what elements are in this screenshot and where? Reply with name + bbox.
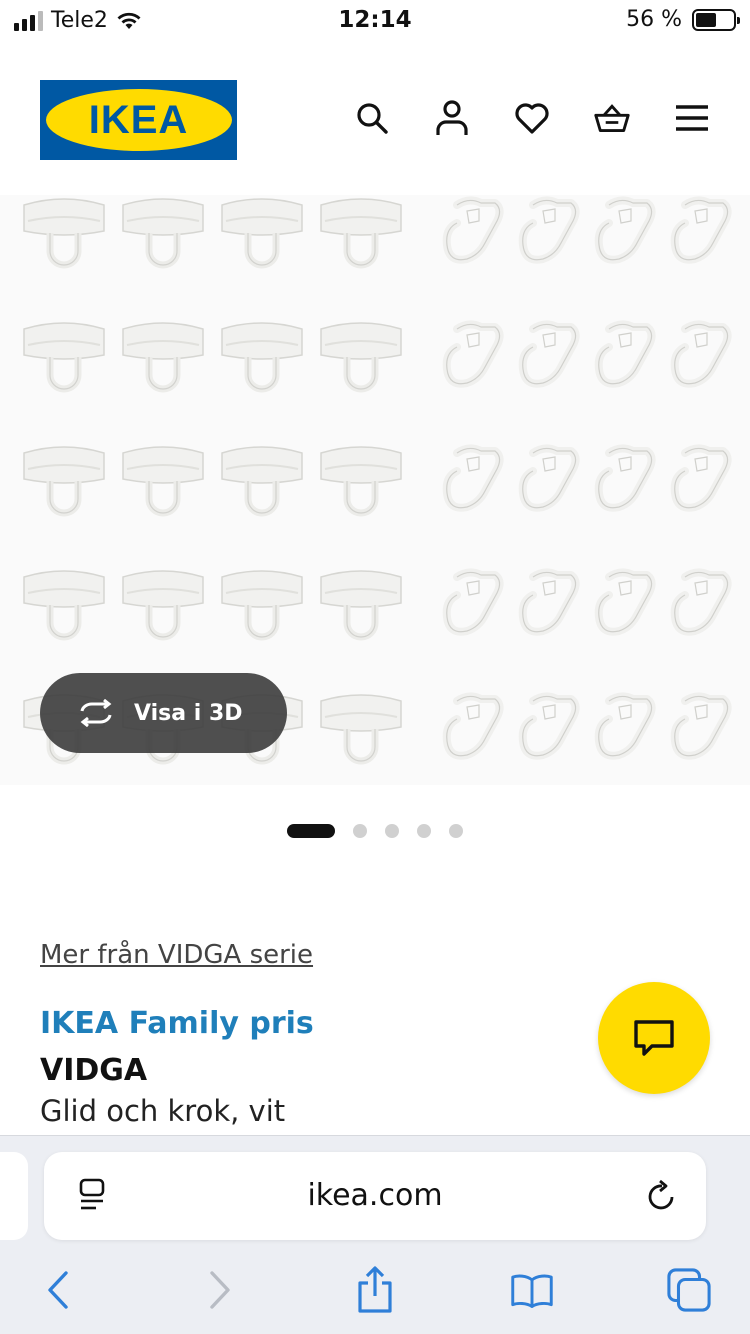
view-3d-button[interactable]: Visa i 3D <box>40 673 287 753</box>
chat-button[interactable] <box>598 982 710 1094</box>
hook-image <box>588 319 664 443</box>
view-3d-label: Visa i 3D <box>134 700 243 726</box>
hook-image <box>664 691 740 785</box>
hook-image <box>664 195 740 319</box>
hook-image <box>512 195 588 319</box>
bookmarks-icon[interactable] <box>510 1268 554 1312</box>
ikea-logo[interactable]: IKEA <box>40 80 237 160</box>
product-name: VIDGA <box>40 1053 148 1088</box>
forward-icon[interactable] <box>198 1268 242 1312</box>
chat-icon <box>634 1020 674 1056</box>
glide-image <box>14 443 113 567</box>
hook-image <box>588 691 664 785</box>
hook-image <box>588 567 664 691</box>
heart-icon[interactable] <box>514 98 550 138</box>
glide-image <box>212 319 311 443</box>
status-bar: Tele2 12:14 56 % <box>0 0 750 44</box>
series-link[interactable]: Mer från VIDGA serie <box>40 940 313 970</box>
hook-image <box>664 567 740 691</box>
share-icon[interactable] <box>353 1266 397 1313</box>
product-image-gallery[interactable]: Visa i 3D <box>0 195 750 785</box>
battery-icon <box>692 8 740 31</box>
pagination-dot[interactable] <box>287 824 335 838</box>
product-description: Glid och krok, vit <box>40 1094 286 1128</box>
tabs-icon[interactable] <box>667 1268 711 1312</box>
hook-image <box>436 567 512 691</box>
glide-image <box>113 319 212 443</box>
profile-icon[interactable] <box>434 98 470 138</box>
hook-image <box>664 319 740 443</box>
pagination-dot[interactable] <box>385 824 399 838</box>
hook-image <box>588 195 664 319</box>
battery-fill <box>696 12 717 27</box>
glide-image <box>212 195 311 319</box>
hook-image <box>664 443 740 567</box>
glide-image <box>14 195 113 319</box>
carousel-pagination <box>0 824 750 838</box>
glide-image <box>311 691 410 785</box>
hook-image <box>436 691 512 785</box>
hook-image <box>512 443 588 567</box>
hook-image <box>436 195 512 319</box>
browser-toolbar <box>0 1260 750 1322</box>
url-text: ikea.com <box>307 1178 443 1213</box>
browser-bottom-bar: ikea.com <box>0 1135 750 1334</box>
hook-grid <box>436 195 740 785</box>
site-header: IKEA <box>0 78 750 162</box>
hook-image <box>436 319 512 443</box>
logo-text: IKEA <box>88 97 189 142</box>
pagination-dot[interactable] <box>449 824 463 838</box>
hook-image <box>512 319 588 443</box>
glide-image <box>311 567 410 691</box>
cart-icon[interactable] <box>594 98 630 138</box>
menu-icon[interactable] <box>674 98 710 138</box>
pagination-dot[interactable] <box>417 824 431 838</box>
rotate-3d-icon <box>80 699 112 727</box>
hook-image <box>436 443 512 567</box>
hook-image <box>588 443 664 567</box>
address-bar[interactable]: ikea.com <box>44 1152 706 1240</box>
hook-image <box>512 567 588 691</box>
search-icon[interactable] <box>354 98 390 138</box>
glide-image <box>113 195 212 319</box>
glide-image <box>311 319 410 443</box>
glide-image <box>14 319 113 443</box>
battery-group: 56 % <box>626 7 740 32</box>
previous-tab-edge[interactable] <box>0 1152 28 1240</box>
glide-image <box>113 443 212 567</box>
logo-oval: IKEA <box>45 89 232 151</box>
pagination-dot[interactable] <box>353 824 367 838</box>
header-actions <box>354 98 710 138</box>
glide-image <box>311 195 410 319</box>
family-price-label: IKEA Family pris <box>40 1006 314 1041</box>
glide-image <box>212 443 311 567</box>
hook-image <box>512 691 588 785</box>
battery-percent: 56 % <box>626 7 682 32</box>
reload-icon[interactable] <box>646 1178 678 1212</box>
back-icon[interactable] <box>36 1268 80 1312</box>
glide-image <box>311 443 410 567</box>
